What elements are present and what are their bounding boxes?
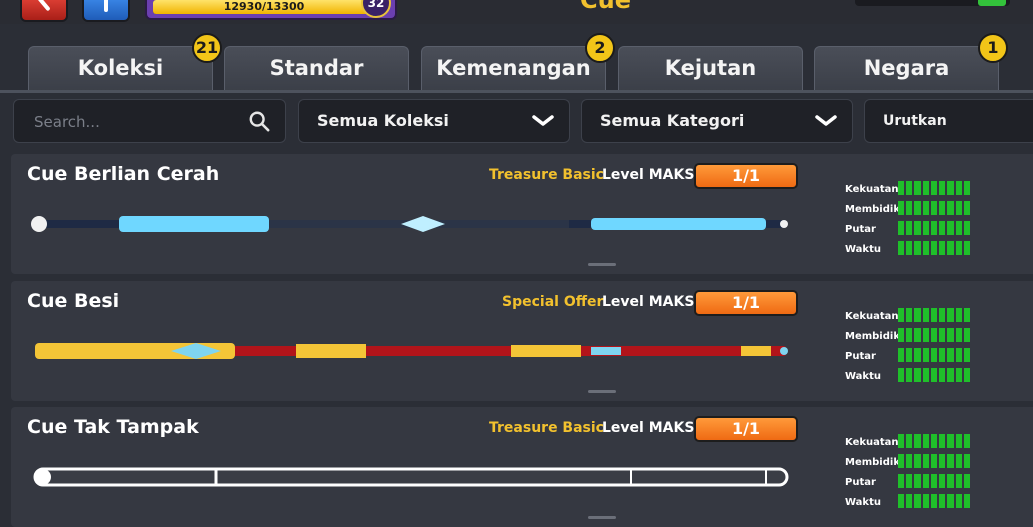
info-button[interactable]: [82, 0, 130, 22]
stat-label: Kekuatan: [845, 311, 899, 322]
time-stat-bar: [898, 494, 970, 508]
cue-stats: Kekuatan Membidik Putar Waktu: [845, 308, 995, 388]
tab-badge: 1: [978, 33, 1008, 63]
stat-label: Kekuatan: [845, 437, 899, 448]
search-icon[interactable]: [248, 110, 270, 132]
stat-label: Membidik: [845, 457, 900, 468]
search-box: [13, 99, 286, 143]
stat-label: Waktu: [845, 497, 881, 508]
tab-label: Kejutan: [664, 56, 757, 80]
spin-stat-bar: [898, 474, 970, 488]
scroll-handle: [588, 263, 616, 266]
power-stat-bar: [898, 308, 970, 322]
cue-tool-button[interactable]: [20, 0, 68, 22]
stat-label: Kekuatan: [845, 184, 899, 195]
cue-name: Cue Berlian Cerah: [27, 163, 220, 185]
cue-count-button[interactable]: 1/1: [694, 163, 798, 189]
tab-label: Kemenangan: [436, 56, 591, 80]
aim-stat-bar: [898, 454, 970, 468]
tab-negara[interactable]: Negara 1: [814, 33, 1008, 91]
power-stat-bar: [898, 181, 970, 195]
tab-label: Negara: [863, 56, 950, 80]
tab-kemenangan[interactable]: Kemenangan 2: [421, 33, 615, 91]
cue-icon: [37, 0, 51, 12]
cue-level: Level MAKS: [602, 420, 695, 436]
tab-koleksi[interactable]: Koleksi 21: [28, 33, 222, 91]
tab-underline: [0, 90, 1033, 93]
tab-kejutan[interactable]: Kejutan: [618, 46, 803, 91]
tab-badge: 21: [192, 33, 222, 63]
tab-label: Koleksi: [77, 56, 164, 80]
stat-label: Membidik: [845, 331, 900, 342]
tab-badge: 2: [585, 33, 615, 63]
time-stat-bar: [898, 241, 970, 255]
cue-level: Level MAKS: [602, 294, 695, 310]
stat-label: Putar: [845, 351, 876, 362]
spin-stat-bar: [898, 221, 970, 235]
top-bar: 12930/13300 32 Cue: [0, 0, 1033, 24]
add-coins-button[interactable]: [978, 0, 1006, 6]
info-icon: [104, 0, 108, 12]
collection-select-value: Semua Koleksi: [317, 111, 449, 130]
level-badge: 32: [361, 0, 391, 18]
cue-card[interactable]: Cue Berlian Cerah Treasure Basic Level M…: [11, 154, 1033, 274]
chevron-down-icon: [532, 115, 554, 126]
stat-label: Membidik: [845, 204, 900, 215]
stat-label: Putar: [845, 224, 876, 235]
stat-label: Waktu: [845, 244, 881, 255]
cue-stats: Kekuatan Membidik Putar Waktu: [845, 181, 995, 261]
power-stat-bar: [898, 434, 970, 448]
stat-label: Putar: [845, 477, 876, 488]
cue-tag: Treasure Basic: [489, 167, 604, 183]
cue-tag: Special Offer: [502, 294, 604, 310]
cue-count-button[interactable]: 1/1: [694, 416, 798, 442]
aim-stat-bar: [898, 328, 970, 342]
xp-text: 12930/13300: [223, 0, 305, 13]
cue-image: [33, 467, 789, 487]
category-select[interactable]: Semua Kategori: [581, 99, 853, 143]
cue-stats: Kekuatan Membidik Putar Waktu: [845, 434, 995, 514]
tab-standar[interactable]: Standar: [224, 46, 409, 91]
filter-bar: Semua Koleksi Semua Kategori Urutkan ber…: [0, 99, 1033, 171]
aim-stat-bar: [898, 201, 970, 215]
cue-image: [35, 343, 788, 359]
coins-bar: [855, 0, 1010, 6]
stat-label: Waktu: [845, 371, 881, 382]
category-select-value: Semua Kategori: [600, 111, 745, 130]
scroll-handle: [588, 390, 616, 393]
time-stat-bar: [898, 368, 970, 382]
cue-level: Level MAKS: [602, 167, 695, 183]
page-title: Cue: [580, 0, 631, 14]
spin-stat-bar: [898, 348, 970, 362]
tab-label: Standar: [269, 56, 364, 80]
cue-tag: Treasure Basic: [489, 420, 604, 436]
cue-card[interactable]: Cue Tak Tampak Treasure Basic Level MAKS…: [11, 407, 1033, 527]
cue-count-button[interactable]: 1/1: [694, 290, 798, 316]
cue-image: [31, 216, 788, 232]
cue-name: Cue Tak Tampak: [27, 416, 199, 438]
chevron-down-icon: [815, 115, 837, 126]
xp-bar: 12930/13300 32: [145, 0, 397, 20]
scroll-handle: [588, 516, 616, 519]
collection-select[interactable]: Semua Koleksi: [298, 99, 570, 143]
cue-card[interactable]: Cue Besi Special Offer Level MAKS 1/1 Ke…: [11, 281, 1033, 401]
sort-select[interactable]: Urutkan berdasarkan:: [864, 99, 1033, 171]
search-input[interactable]: [32, 109, 236, 135]
cue-name: Cue Besi: [27, 290, 120, 312]
